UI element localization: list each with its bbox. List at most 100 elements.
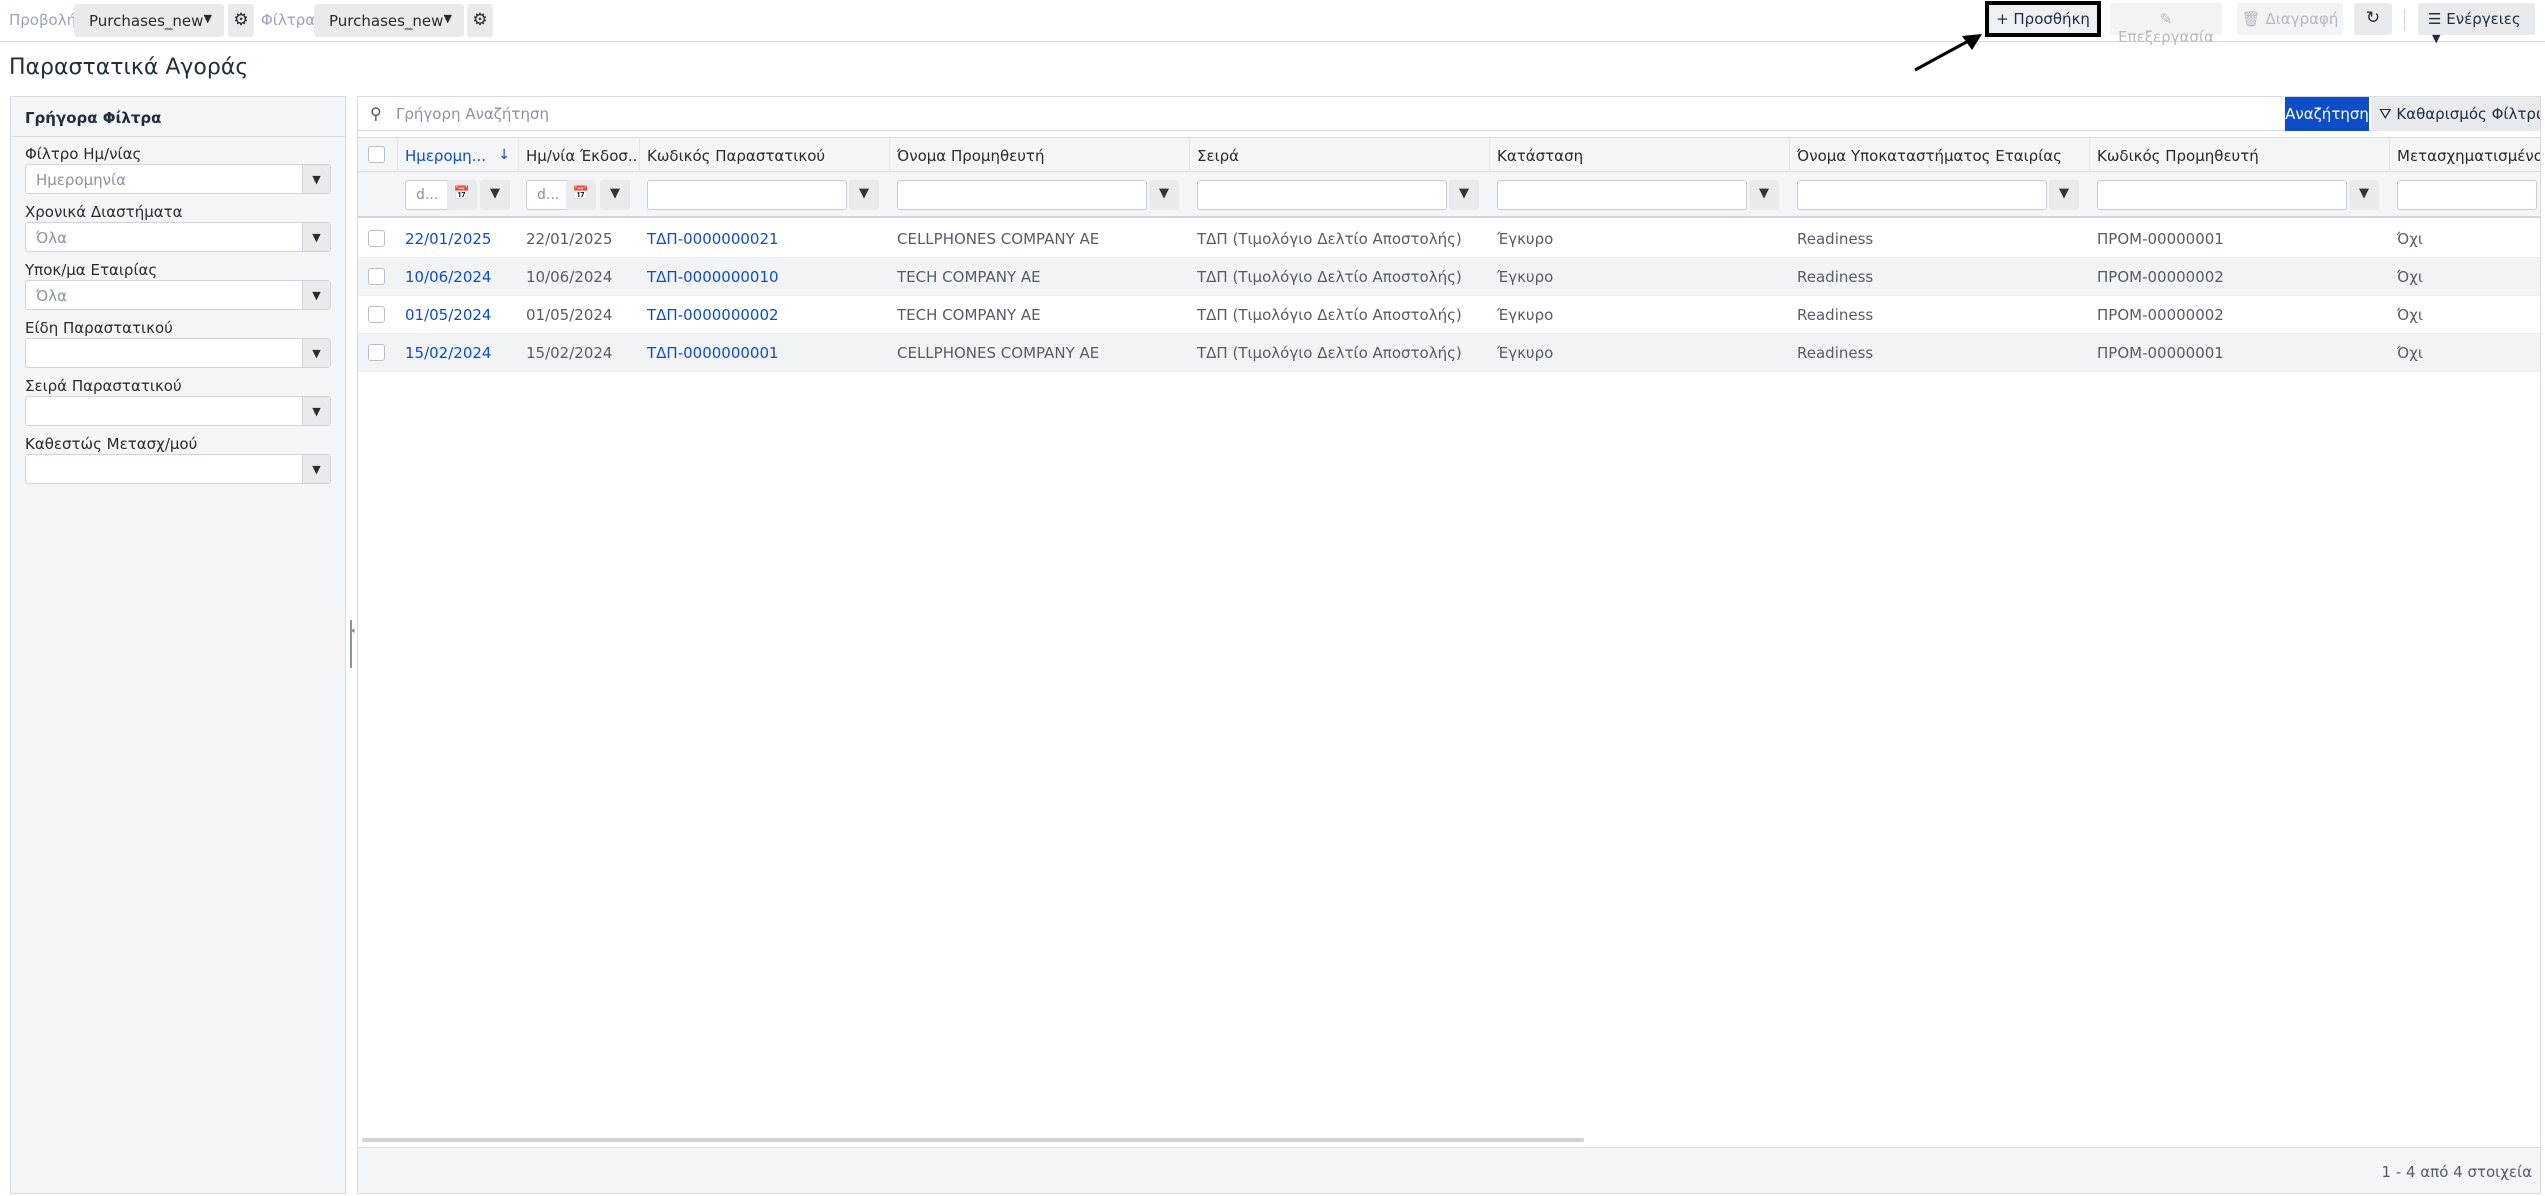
column-header-supplier-name[interactable]: Όνομα Προμηθευτή: [890, 138, 1190, 173]
horizontal-scrollbar[interactable]: [362, 1138, 1584, 1142]
column-header-branch-name[interactable]: Όνομα Υποκαταστήματος Εταιρίας: [1790, 138, 2090, 173]
cell-supplier-code: ΠΡΟΜ-00000001: [2097, 344, 2224, 362]
cell-date[interactable]: 01/05/2024: [405, 306, 515, 324]
add-button[interactable]: + Προσθήκη: [1985, 1, 2101, 37]
chevron-down-icon[interactable]: ▼: [302, 339, 330, 367]
collapse-arrow-icon[interactable]: ◂: [350, 626, 355, 636]
column-header-status[interactable]: Κατάσταση: [1490, 138, 1790, 173]
date-filter-value: Ημερομηνία: [36, 171, 127, 189]
search-button[interactable]: Αναζήτηση: [2285, 97, 2369, 131]
filter-icon[interactable]: ▼: [1149, 180, 1179, 210]
time-periods-select[interactable]: Όλα ▼: [25, 222, 331, 252]
cell-status: Έγκυρο: [1497, 344, 1554, 362]
chevron-down-icon[interactable]: ▼: [302, 223, 330, 251]
chevron-down-icon: ▼: [443, 12, 452, 25]
quick-search-input[interactable]: [396, 101, 1626, 127]
table-row[interactable]: 15/02/2024 15/02/2024 ΤΔΠ-0000000001 CELLPH…: [358, 334, 2540, 372]
document-types-label: Είδη Παραστατικού: [25, 319, 173, 337]
column-header-transformed[interactable]: Μετασχηματισμένο: [2390, 138, 2540, 173]
transformation-status-select[interactable]: ▼: [25, 454, 331, 484]
view-select-value: Purchases_new: [89, 12, 204, 30]
cell-transformed: Όχι: [2397, 306, 2423, 324]
refresh-icon[interactable]: ↻: [2354, 3, 2392, 35]
actions-menu-label: Ενέργειες: [2446, 10, 2521, 28]
column-header-supplier-code[interactable]: Κωδικός Προμηθευτή: [2090, 138, 2390, 173]
cell-document-code[interactable]: ΤΔΠ-0000000010: [647, 268, 887, 286]
cell-series: ΤΔΠ (Τιμολόγιο Δελτίο Αποστολής): [1197, 344, 1462, 362]
date-filter-label: Φίλτρο Ημ/νίας: [25, 145, 142, 163]
row-checkbox[interactable]: [368, 344, 385, 361]
row-checkbox[interactable]: [368, 306, 385, 323]
cell-status: Έγκυρο: [1497, 306, 1554, 324]
cell-date[interactable]: 10/06/2024: [405, 268, 515, 286]
cell-branch-name: Readiness: [1797, 306, 1874, 324]
column-header-date[interactable]: Ημερομη... ↓: [398, 138, 519, 173]
cell-document-code[interactable]: ΤΔΠ-0000000002: [647, 306, 887, 324]
select-all-checkbox[interactable]: [368, 146, 385, 163]
filter-settings-gear-icon[interactable]: ⚙: [467, 4, 493, 37]
cell-date[interactable]: 22/01/2025: [405, 230, 515, 248]
document-types-select[interactable]: ▼: [25, 338, 331, 368]
table-row[interactable]: 10/06/2024 10/06/2024 ΤΔΠ-0000000010 TECH C…: [358, 258, 2540, 296]
cell-branch-name: Readiness: [1797, 230, 1874, 248]
cell-document-code[interactable]: ΤΔΠ-0000000001: [647, 344, 887, 362]
filter-select[interactable]: Purchases_new ▼: [314, 4, 464, 37]
date-filter-select[interactable]: Ημερομηνία ▼: [25, 164, 331, 194]
chevron-down-icon[interactable]: ▼: [302, 455, 330, 483]
filter-icon[interactable]: ▼: [2349, 180, 2379, 210]
filter-label: Φίλτρα: [261, 11, 316, 29]
calendar-icon[interactable]: 📅: [566, 180, 596, 210]
filter-icon[interactable]: ▼: [600, 180, 630, 210]
document-series-select[interactable]: ▼: [25, 396, 331, 426]
issue-date-filter-input[interactable]: d...: [526, 180, 570, 210]
cell-issue-date: 15/02/2024: [526, 344, 613, 362]
filter-icon[interactable]: ▼: [849, 180, 879, 210]
filter-select-value: Purchases_new: [329, 12, 444, 30]
table-row[interactable]: 22/01/2025 22/01/2025 ΤΔΠ-0000000021 CELLPH…: [358, 220, 2540, 258]
view-select[interactable]: Purchases_new ▼: [74, 4, 224, 37]
document-code-filter-input[interactable]: [647, 180, 847, 210]
actions-menu-button[interactable]: ☰ Ενέργειες ▼: [2418, 3, 2535, 45]
table-row[interactable]: 01/05/2024 01/05/2024 ΤΔΠ-0000000002 TECH C…: [358, 296, 2540, 334]
row-checkbox[interactable]: [368, 268, 385, 285]
supplier-code-filter-input[interactable]: [2097, 180, 2347, 210]
company-branch-select[interactable]: Όλα ▼: [25, 280, 331, 310]
view-label: Προβολή: [9, 11, 77, 29]
pager-info: 1 - 4 από 4 στοιχεία: [2381, 1163, 2532, 1181]
top-toolbar: Προβολή Purchases_new ▼ ⚙ Φίλτρα Purchas…: [0, 0, 2545, 46]
view-settings-gear-icon[interactable]: ⚙: [228, 4, 254, 37]
quick-search-bar: ⚲ Αναζήτηση ⛛ Καθαρισμός Φίλτρων: [358, 97, 2540, 131]
time-periods-value: Όλα: [36, 229, 67, 247]
edit-button[interactable]: ✎ Επεξεργασία: [2110, 3, 2222, 46]
transformed-filter-input[interactable]: [2397, 180, 2537, 210]
supplier-name-filter-input[interactable]: [897, 180, 1147, 210]
chevron-down-icon[interactable]: ▼: [302, 165, 330, 193]
cell-branch-name: Readiness: [1797, 268, 1874, 286]
delete-button[interactable]: 🗑 Διαγραφή: [2237, 3, 2343, 35]
cell-date[interactable]: 15/02/2024: [405, 344, 515, 362]
column-header-label: Ημερομη...: [405, 147, 486, 165]
date-filter-input[interactable]: d...: [405, 180, 449, 210]
clear-filters-button[interactable]: ⛛ Καθαρισμός Φίλτρων: [2371, 97, 2540, 131]
filter-icon[interactable]: ▼: [480, 180, 510, 210]
column-header-series[interactable]: Σειρά: [1190, 138, 1490, 173]
chevron-down-icon[interactable]: ▼: [302, 397, 330, 425]
column-header-issue-date[interactable]: Ημ/νία Έκδοσ...: [519, 138, 640, 173]
calendar-icon[interactable]: 📅: [447, 180, 477, 210]
sort-descending-icon: ↓: [498, 147, 510, 163]
cell-supplier-code: ΠΡΟΜ-00000001: [2097, 230, 2224, 248]
status-filter-input[interactable]: [1497, 180, 1747, 210]
filter-icon[interactable]: ▼: [1749, 180, 1779, 210]
row-checkbox[interactable]: [368, 230, 385, 247]
chevron-down-icon[interactable]: ▼: [302, 281, 330, 309]
column-header-document-code[interactable]: Κωδικός Παραστατικού: [640, 138, 890, 173]
cell-document-code[interactable]: ΤΔΠ-0000000021: [647, 230, 887, 248]
cell-supplier-name: CELLPHONES COMPANY AE: [897, 230, 1100, 248]
branch-name-filter-input[interactable]: [1797, 180, 2047, 210]
series-filter-input[interactable]: [1197, 180, 1447, 210]
company-branch-value: Όλα: [36, 287, 67, 305]
filter-icon[interactable]: ▼: [2049, 180, 2079, 210]
filter-icon[interactable]: ▼: [1449, 180, 1479, 210]
toolbar-divider: [2404, 9, 2405, 31]
search-icon: ⚲: [370, 104, 382, 123]
